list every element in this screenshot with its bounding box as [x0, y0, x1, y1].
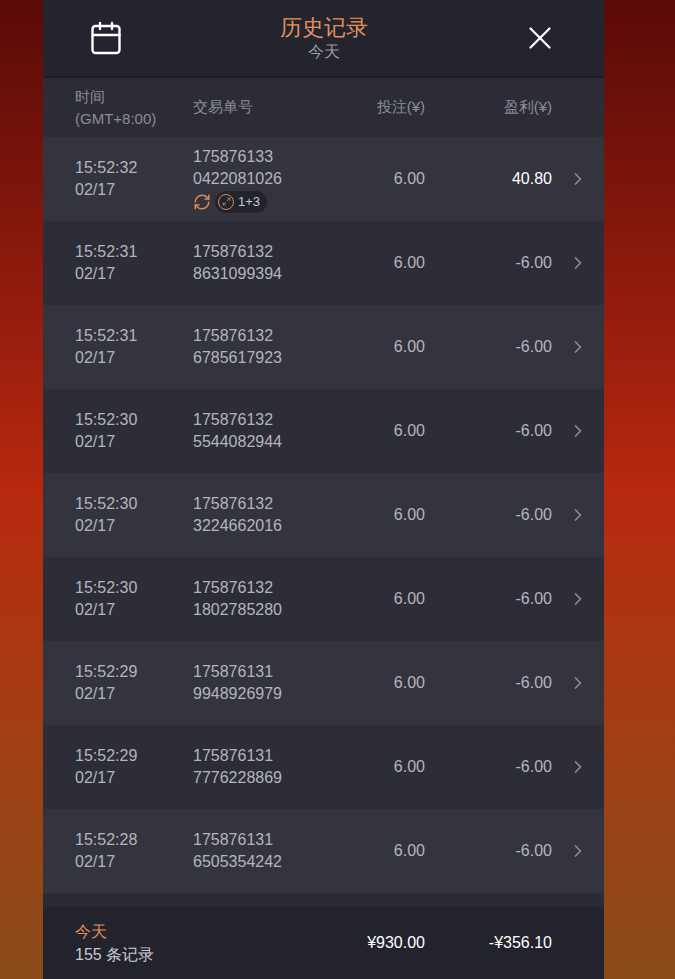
- close-button[interactable]: [519, 19, 559, 57]
- record-time: 15:52:3002/17: [75, 409, 193, 453]
- record-row[interactable]: 15:52:3002/1717587613218027852806.00-6.0…: [43, 557, 604, 641]
- record-profit: -6.00: [425, 251, 552, 275]
- record-profit: -6.00: [425, 839, 552, 863]
- record-profit: -6.00: [425, 335, 552, 359]
- record-bet: 6.00: [343, 251, 425, 275]
- record-bet: 6.00: [343, 419, 425, 443]
- feature-badge: 1+3: [215, 191, 267, 213]
- record-badges: 1+3: [193, 191, 343, 213]
- record-bet: 6.00: [343, 671, 425, 695]
- chevron-icon: [568, 673, 588, 693]
- record-id: 1758761325544082944: [193, 409, 343, 453]
- record-id: 1758761316505354242: [193, 829, 343, 873]
- record-profit: -6.00: [425, 671, 552, 695]
- record-row[interactable]: 15:52:2802/1717587613165053542426.00-6.0…: [43, 809, 604, 893]
- record-row[interactable]: 15:52:2902/1717587613177762288696.00-6.0…: [43, 725, 604, 809]
- record-id: 1758761321802785280: [193, 577, 343, 621]
- summary-profit: -¥356.10: [425, 931, 552, 955]
- chevron-icon: [568, 421, 588, 441]
- record-id: 17587613304220810261+3: [193, 146, 343, 213]
- calendar-icon: [88, 20, 124, 56]
- chevron-icon: [568, 589, 588, 609]
- record-list: 15:52:3202/1717587613304220810261+36.004…: [43, 137, 604, 907]
- record-profit: -6.00: [425, 755, 552, 779]
- record-bet: 6.00: [343, 167, 425, 191]
- record-row[interactable]: 15:52:2902/1717587613199489269796.00-6.0…: [43, 641, 604, 725]
- calendar-button[interactable]: [88, 20, 128, 56]
- record-id: 1758761326785617923: [193, 325, 343, 369]
- record-row[interactable]: 15:52:3202/1717587613304220810261+36.004…: [43, 137, 604, 221]
- record-time: 15:52:3102/17: [75, 241, 193, 285]
- bet-column-header: 投注(¥): [343, 96, 425, 119]
- column-header: 时间(GMT+8:00)交易单号投注(¥)盈利(¥): [43, 78, 604, 137]
- record-time: 15:52:3002/17: [75, 577, 193, 621]
- record-profit: -6.00: [425, 587, 552, 611]
- panel-header: 历史记录今天: [43, 0, 604, 78]
- chevron-icon: [568, 169, 588, 189]
- record-profit: -6.00: [425, 419, 552, 443]
- record-bet: 6.00: [343, 587, 425, 611]
- header-title: 历史记录: [280, 14, 368, 42]
- header-subtitle: 今天: [308, 42, 340, 62]
- record-profit: -6.00: [425, 503, 552, 527]
- record-bet: 6.00: [343, 755, 425, 779]
- chevron-icon: [568, 841, 588, 861]
- profit-column-header: 盈利(¥): [425, 96, 552, 119]
- chevron-icon: [568, 505, 588, 525]
- record-row[interactable]: 15:52:3102/1717587613286310993946.00-6.0…: [43, 221, 604, 305]
- record-id: 1758761317776228869: [193, 745, 343, 789]
- record-time: 15:52:2902/17: [75, 745, 193, 789]
- record-bet: 6.00: [343, 335, 425, 359]
- record-row[interactable]: 15:52:3002/1717587613232246620166.00-6.0…: [43, 473, 604, 557]
- chevron-icon: [568, 337, 588, 357]
- game-screen: 历史记录今天时间(GMT+8:00)交易单号投注(¥)盈利(¥)15:52:32…: [0, 0, 675, 979]
- record-id: 1758761319948926979: [193, 661, 343, 705]
- record-time: 15:52:3102/17: [75, 325, 193, 369]
- left-backdrop: [0, 0, 43, 979]
- id-column-header: 交易单号: [193, 96, 343, 119]
- record-bet: 6.00: [343, 839, 425, 863]
- record-id: 1758761328631099394: [193, 241, 343, 285]
- record-time: 15:52:2802/17: [75, 829, 193, 873]
- record-profit: 40.80: [425, 167, 552, 191]
- record-time: 15:52:3002/17: [75, 493, 193, 537]
- summary-footer: 今天155 条记录¥930.00-¥356.10: [43, 907, 604, 979]
- summary-period: 今天155 条记录: [75, 920, 285, 966]
- right-backdrop: [604, 0, 675, 979]
- record-time: 15:52:3202/17: [75, 157, 193, 201]
- respin-icon: [193, 193, 211, 211]
- summary-bet: ¥930.00: [285, 931, 425, 955]
- chevron-icon: [568, 757, 588, 777]
- record-bet: 6.00: [343, 503, 425, 527]
- history-panel: 历史记录今天时间(GMT+8:00)交易单号投注(¥)盈利(¥)15:52:32…: [43, 0, 604, 979]
- close-icon: [521, 19, 559, 57]
- time-column-header: 时间(GMT+8:00): [75, 86, 193, 130]
- feature-circle-icon: [218, 194, 234, 210]
- chevron-icon: [568, 253, 588, 273]
- record-time: 15:52:2902/17: [75, 661, 193, 705]
- record-id: 1758761323224662016: [193, 493, 343, 537]
- record-row[interactable]: 15:52:3002/1717587613255440829446.00-6.0…: [43, 389, 604, 473]
- header-titles: 历史记录今天: [280, 14, 368, 62]
- record-row[interactable]: 15:52:3102/1717587613267856179236.00-6.0…: [43, 305, 604, 389]
